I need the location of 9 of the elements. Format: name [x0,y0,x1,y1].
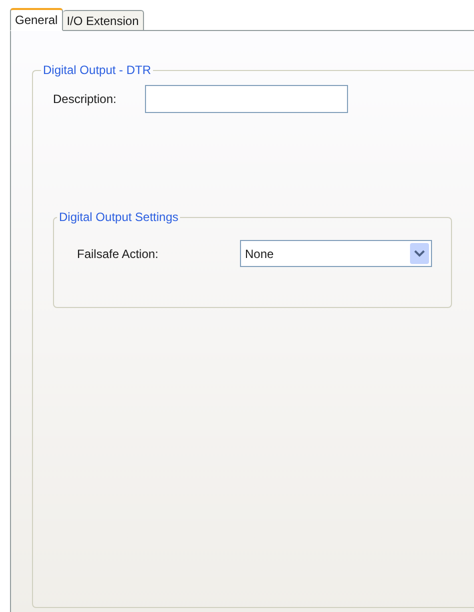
description-label: Description: [53,91,118,108]
tab[interactable]: I/O Extension [62,10,144,30]
failsafe-label: Failsafe Action: [77,246,160,262]
settings-group-title: Digital Output Settings [58,209,180,226]
failsafe-dropdown[interactable]: None [240,240,432,267]
description-field[interactable] [145,85,348,113]
chevron-down-icon [410,243,429,264]
group-title: Digital Output - DTR [42,62,152,79]
tab[interactable]: General [10,8,63,31]
